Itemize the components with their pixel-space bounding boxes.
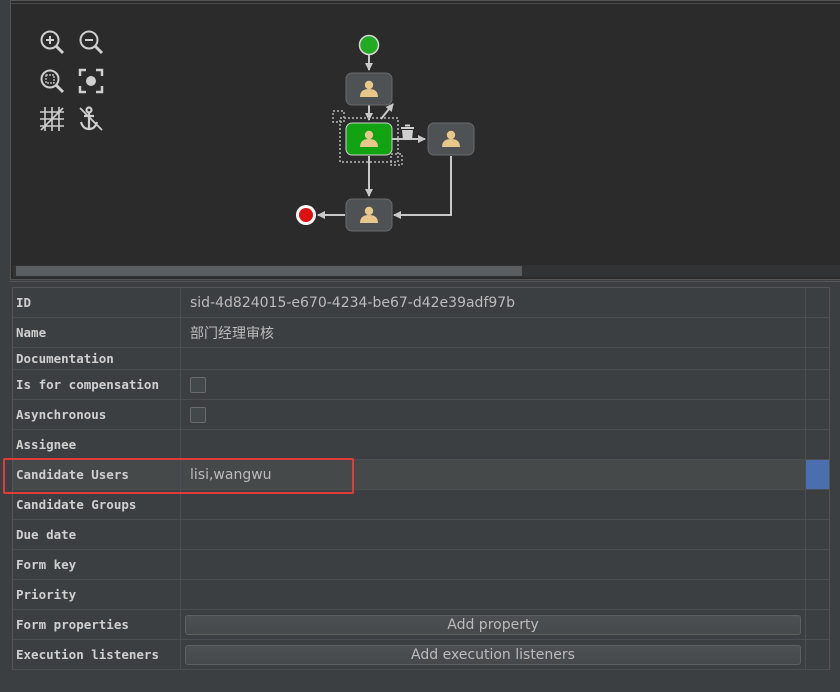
row-side-cell [806,370,829,399]
user-task-3[interactable] [345,198,393,232]
property-key: Documentation [13,348,181,369]
property-row-name[interactable]: Name 部门经理审核 [13,318,829,348]
property-value [181,400,806,429]
row-side-cell [806,400,829,429]
property-row-id[interactable]: ID sid-4d824015-e670-4234-be67-d42e39adf… [13,288,829,318]
process-diagram [296,34,475,232]
add-property-button[interactable]: Add property [185,614,801,635]
add-execution-listeners-button[interactable]: Add execution listeners [185,644,801,665]
property-value[interactable] [181,348,806,369]
property-value: Add execution listeners [181,640,806,669]
property-row-priority[interactable]: Priority [13,580,829,610]
row-side-cell [806,348,829,369]
row-side-cell [806,580,829,609]
property-value[interactable] [181,430,806,459]
row-side-cell [806,640,829,669]
property-row-documentation[interactable]: Documentation [13,348,829,370]
property-row-due-date[interactable]: Due date [13,520,829,550]
user-task-2[interactable] [427,122,475,156]
property-row-candidate-groups[interactable]: Candidate Groups [13,490,829,520]
property-value[interactable] [181,580,806,609]
property-key: Execution listeners [13,640,181,669]
property-key: Form properties [13,610,181,639]
property-key: Name [13,318,181,347]
property-key: Assignee [13,430,181,459]
property-row-execution-listeners[interactable]: Execution listeners Add execution listen… [13,640,829,670]
property-key: Due date [13,520,181,549]
property-key: Priority [13,580,181,609]
row-side-cell [806,490,829,519]
property-key: Is for compensation [13,370,181,399]
end-event[interactable] [296,205,316,225]
start-event[interactable] [358,34,380,56]
property-value[interactable]: sid-4d824015-e670-4234-be67-d42e39adf97b [181,288,806,317]
user-task-selected[interactable] [332,103,403,166]
property-key: Asynchronous [13,400,181,429]
diagram-canvas[interactable] [10,0,840,280]
property-value[interactable]: 部门经理审核 [181,318,806,347]
row-side-cell [806,288,829,317]
property-row-form-key[interactable]: Form key [13,550,829,580]
property-value: Add property [181,610,806,639]
property-row-compensation[interactable]: Is for compensation [13,370,829,400]
asynchronous-checkbox[interactable] [190,406,206,423]
highlight-box [3,458,354,494]
horizontal-scrollbar[interactable] [13,265,840,277]
scrollbar-thumb[interactable] [16,266,522,276]
property-key: Candidate Groups [13,490,181,519]
property-value [181,370,806,399]
trash-icon[interactable] [401,124,414,141]
row-side-cell [806,610,829,639]
row-side-cell [806,550,829,579]
property-key: ID [13,288,181,317]
row-side-cell [806,430,829,459]
property-value[interactable] [181,520,806,549]
property-row-assignee[interactable]: Assignee [13,430,829,460]
row-edit-button[interactable] [806,460,829,489]
property-key: Form key [13,550,181,579]
property-value[interactable] [181,490,806,519]
property-row-form-properties[interactable]: Form properties Add property [13,610,829,640]
property-value[interactable] [181,550,806,579]
row-side-cell [806,520,829,549]
user-task-1[interactable] [345,72,393,106]
compensation-checkbox[interactable] [190,376,206,393]
property-row-asynchronous[interactable]: Asynchronous [13,400,829,430]
row-side-cell [806,318,829,347]
